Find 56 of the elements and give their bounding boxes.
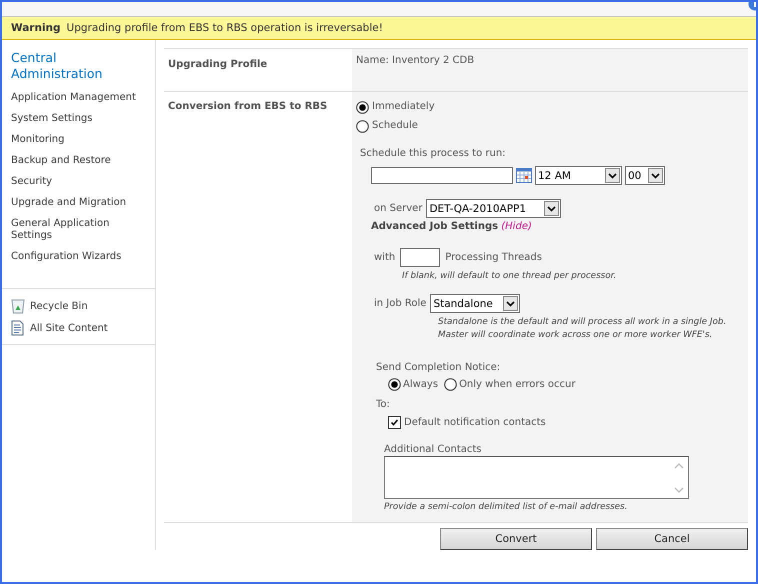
sidebar-item[interactable]: Backup and Restore	[2, 151, 155, 172]
caret-icon	[608, 172, 617, 178]
threads-field[interactable]	[400, 248, 440, 267]
caret-icon	[547, 206, 556, 212]
caret-icon	[506, 300, 516, 306]
profile-name: Name: Inventory 2 CDB	[356, 55, 474, 66]
radio-label[interactable]: Only when errors occur	[459, 379, 576, 390]
sidebar-item[interactable]: Monitoring	[2, 130, 155, 151]
caret-icon	[651, 172, 660, 178]
radio-label[interactable]: Immediately	[372, 99, 435, 115]
radio-button[interactable]	[444, 378, 458, 391]
notice-label: Send Completion Notice:	[376, 362, 502, 373]
role-label: in Job Role	[374, 298, 426, 309]
sidebar-link[interactable]: Recycle Bin	[30, 300, 88, 312]
hide-link[interactable]: (Hide)	[501, 221, 532, 232]
advanced-title: Advanced Job Settings	[371, 221, 498, 232]
threads-hint: If blank, will default to one thread per processor.	[402, 270, 618, 283]
radio-label[interactable]: Schedule	[372, 118, 418, 134]
sidebar-item[interactable]: Security	[2, 172, 155, 193]
schedule-label: Schedule this process to run:	[360, 147, 506, 161]
section-label: Conversion from EBS to RBS	[167, 100, 328, 114]
server-label: on Server	[374, 203, 422, 214]
date-field[interactable]	[371, 167, 513, 184]
contacts-hint: Provide a semi-colon delimited list of e-mail addresses.	[384, 501, 628, 514]
warning-label: Warning	[11, 22, 61, 34]
contacts-textarea[interactable]	[384, 456, 689, 499]
sidebar-item[interactable]: System Settings	[2, 109, 155, 130]
site-title[interactable]: Central Administration	[2, 50, 155, 82]
radio-button[interactable]	[388, 378, 401, 391]
document-icon	[11, 320, 25, 336]
warning-message: Upgrading profile from EBS to RBS operation is irreversable!	[66, 22, 383, 34]
action-button[interactable]: Cancel	[596, 528, 748, 550]
threads-prefix: with	[374, 252, 396, 263]
checkbox[interactable]	[388, 416, 401, 429]
to-label: To:	[376, 399, 391, 410]
action-button[interactable]: Convert	[440, 528, 592, 550]
additional-label: Additional Contacts	[384, 443, 482, 456]
server-select[interactable]: DET-QA-2010APP1	[426, 199, 562, 218]
sidebar-item[interactable]: Application Management	[2, 88, 155, 109]
sidebar-item[interactable]: Upgrade and Migration	[2, 193, 155, 214]
sidebar-link[interactable]: All Site Content	[30, 322, 108, 334]
radio-label[interactable]: Always	[403, 379, 438, 390]
sidebar-item[interactable]: Configuration Wizards	[2, 247, 155, 268]
minute-select[interactable]: 00	[625, 166, 665, 185]
recycle-bin-icon	[11, 298, 25, 314]
section-label: Upgrading Profile	[167, 58, 268, 72]
hour-select[interactable]: 12 AM	[535, 166, 622, 185]
role-hint: Standalone is the default and will process all work in a single Job.	[438, 316, 728, 329]
sidebar-item[interactable]: General Application Settings	[2, 214, 155, 247]
calendar-icon[interactable]	[516, 168, 532, 183]
checkbox-label[interactable]: Default notification contacts	[404, 417, 546, 428]
radio-button[interactable]	[356, 120, 369, 132]
threads-label: Processing Threads	[445, 252, 542, 263]
role-select[interactable]: Standalone	[430, 294, 520, 313]
role-hint: Master will coordinate work across one or more worker WFE's.	[438, 329, 714, 342]
radio-button[interactable]	[356, 100, 369, 114]
